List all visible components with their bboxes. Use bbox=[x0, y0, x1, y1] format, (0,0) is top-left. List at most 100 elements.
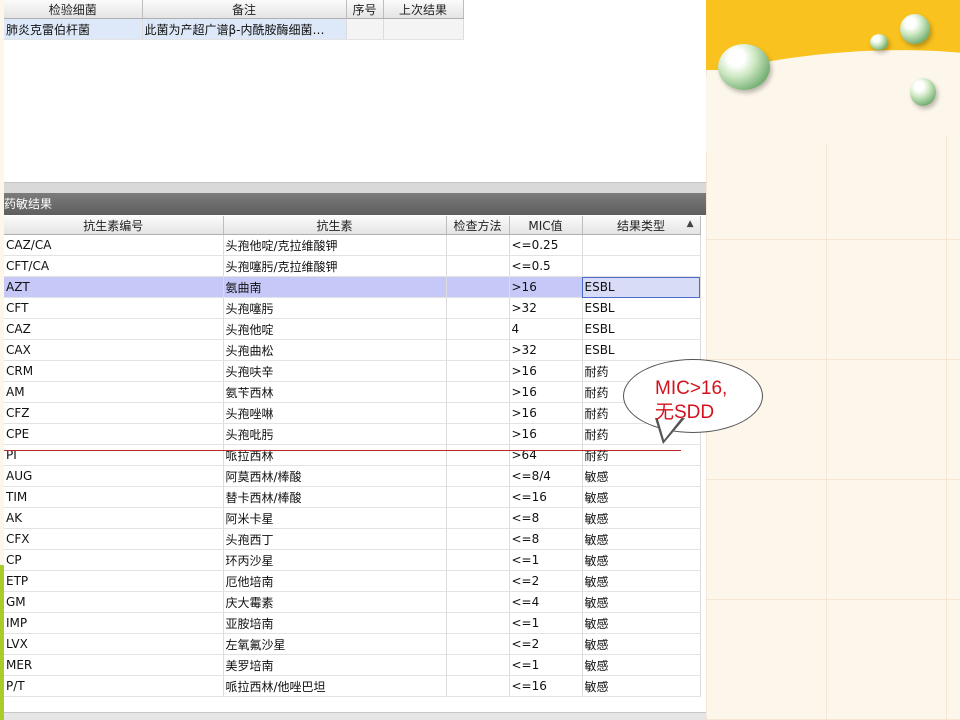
drug-code-cell[interactable]: GM bbox=[4, 591, 224, 613]
drug-name-cell[interactable]: 左氧氟沙星 bbox=[223, 633, 447, 655]
drug-name-cell[interactable]: 庆大霉素 bbox=[223, 591, 447, 613]
table-row[interactable]: CFT/CA 头孢噻肟/克拉维酸钾 <=0.5 bbox=[4, 255, 701, 277]
drug-code-cell[interactable]: ETP bbox=[4, 570, 224, 592]
result-type-cell[interactable]: 敏感 bbox=[582, 591, 701, 613]
table-row[interactable]: CFZ 头孢唑啉 >16 耐药 bbox=[4, 402, 701, 424]
table-row[interactable]: PI 哌拉西林 >64 耐药 bbox=[4, 444, 701, 466]
table-row[interactable]: CAZ 头孢他啶 4 ESBL bbox=[4, 318, 701, 340]
table-row[interactable]: TIM 替卡西林/棒酸 <=16 敏感 bbox=[4, 486, 701, 508]
method-cell[interactable] bbox=[446, 507, 510, 529]
method-cell[interactable] bbox=[446, 381, 510, 403]
col-header-last-result[interactable]: 上次结果 bbox=[383, 0, 464, 19]
col-header-remark[interactable]: 备注 bbox=[142, 0, 347, 19]
mic-cell[interactable]: >16 bbox=[509, 276, 583, 298]
result-type-cell[interactable]: 耐药 bbox=[582, 444, 701, 466]
method-cell[interactable] bbox=[446, 570, 510, 592]
drug-code-cell[interactable]: CP bbox=[4, 549, 224, 571]
drug-name-cell[interactable]: 氨苄西林 bbox=[223, 381, 447, 403]
method-cell[interactable] bbox=[446, 528, 510, 550]
col-header-method[interactable]: 检查方法 bbox=[446, 216, 510, 235]
drug-code-cell[interactable]: IMP bbox=[4, 612, 224, 634]
drug-name-cell[interactable]: 环丙沙星 bbox=[223, 549, 447, 571]
mic-cell[interactable]: <=8 bbox=[509, 528, 583, 550]
drug-name-cell[interactable]: 头孢曲松 bbox=[223, 339, 447, 361]
drug-name-cell[interactable]: 哌拉西林/他唑巴坦 bbox=[223, 675, 447, 697]
col-header-mic[interactable]: MIC值 bbox=[509, 216, 583, 235]
result-type-cell[interactable]: 敏感 bbox=[582, 528, 701, 550]
method-cell[interactable] bbox=[446, 654, 510, 676]
drug-code-cell[interactable]: CFT/CA bbox=[4, 255, 224, 277]
drug-code-cell[interactable]: PI bbox=[4, 444, 224, 466]
table-row[interactable]: CAX 头孢曲松 >32 ESBL bbox=[4, 339, 701, 361]
table-row[interactable]: CP 环丙沙星 <=1 敏感 bbox=[4, 549, 701, 571]
method-cell[interactable] bbox=[446, 297, 510, 319]
method-cell[interactable] bbox=[446, 255, 510, 277]
method-cell[interactable] bbox=[446, 423, 510, 445]
mic-cell[interactable]: <=8/4 bbox=[509, 465, 583, 487]
drug-name-cell[interactable]: 亚胺培南 bbox=[223, 612, 447, 634]
drug-name-cell[interactable]: 厄他培南 bbox=[223, 570, 447, 592]
drug-name-cell[interactable]: 阿莫西林/棒酸 bbox=[223, 465, 447, 487]
table-row[interactable]: AUG 阿莫西林/棒酸 <=8/4 敏感 bbox=[4, 465, 701, 487]
method-cell[interactable] bbox=[446, 675, 510, 697]
method-cell[interactable] bbox=[446, 234, 510, 256]
method-cell[interactable] bbox=[446, 444, 510, 466]
method-cell[interactable] bbox=[446, 318, 510, 340]
result-type-cell[interactable]: 敏感 bbox=[582, 507, 701, 529]
drug-code-cell[interactable]: CAX bbox=[4, 339, 224, 361]
method-cell[interactable] bbox=[446, 276, 510, 298]
method-cell[interactable] bbox=[446, 486, 510, 508]
drug-name-cell[interactable]: 头孢呋辛 bbox=[223, 360, 447, 382]
drug-code-cell[interactable]: AM bbox=[4, 381, 224, 403]
drug-code-cell[interactable]: CFT bbox=[4, 297, 224, 319]
mic-cell[interactable]: >32 bbox=[509, 297, 583, 319]
result-type-cell[interactable]: 敏感 bbox=[582, 654, 701, 676]
table-row[interactable]: CFT 头孢噻肟 >32 ESBL bbox=[4, 297, 701, 319]
drug-name-cell[interactable]: 替卡西林/棒酸 bbox=[223, 486, 447, 508]
result-type-cell[interactable]: ESBL bbox=[582, 339, 701, 361]
col-header-result-type[interactable]: 结果类型 ▲ bbox=[582, 216, 701, 235]
method-cell[interactable] bbox=[446, 402, 510, 424]
last-result-cell[interactable] bbox=[383, 18, 464, 40]
result-type-cell[interactable]: 敏感 bbox=[582, 486, 701, 508]
drug-name-cell[interactable]: 头孢噻肟 bbox=[223, 297, 447, 319]
col-header-drug-code[interactable]: 抗生素编号 bbox=[4, 216, 224, 235]
method-cell[interactable] bbox=[446, 633, 510, 655]
mic-cell[interactable]: <=1 bbox=[509, 612, 583, 634]
result-type-cell[interactable]: ESBL bbox=[582, 276, 701, 298]
drug-code-cell[interactable]: AZT bbox=[4, 276, 224, 298]
result-type-cell[interactable]: 敏感 bbox=[582, 675, 701, 697]
table-row[interactable]: LVX 左氧氟沙星 <=2 敏感 bbox=[4, 633, 701, 655]
result-type-cell[interactable]: 敏感 bbox=[582, 612, 701, 634]
drug-code-cell[interactable]: AK bbox=[4, 507, 224, 529]
table-row[interactable]: AZT 氨曲南 >16 ESBL bbox=[4, 276, 701, 298]
result-type-cell[interactable]: 敏感 bbox=[582, 633, 701, 655]
method-cell[interactable] bbox=[446, 591, 510, 613]
result-type-cell[interactable]: 敏感 bbox=[582, 549, 701, 571]
mic-cell[interactable]: <=0.25 bbox=[509, 234, 583, 256]
drug-name-cell[interactable]: 阿米卡星 bbox=[223, 507, 447, 529]
table-row[interactable]: CFX 头孢西丁 <=8 敏感 bbox=[4, 528, 701, 550]
col-header-bacteria[interactable]: 检验细菌 bbox=[4, 0, 143, 19]
drug-name-cell[interactable]: 氨曲南 bbox=[223, 276, 447, 298]
table-row[interactable]: CAZ/CA 头孢他啶/克拉维酸钾 <=0.25 bbox=[4, 234, 701, 256]
drug-name-cell[interactable]: 头孢吡肟 bbox=[223, 423, 447, 445]
drug-code-cell[interactable]: CFZ bbox=[4, 402, 224, 424]
drug-name-cell[interactable]: 头孢唑啉 bbox=[223, 402, 447, 424]
col-header-seq[interactable]: 序号 bbox=[346, 0, 384, 19]
mic-cell[interactable]: <=4 bbox=[509, 591, 583, 613]
drug-code-cell[interactable]: CAZ/CA bbox=[4, 234, 224, 256]
method-cell[interactable] bbox=[446, 360, 510, 382]
horizontal-scrollbar[interactable] bbox=[4, 712, 706, 720]
table-row[interactable]: CPE 头孢吡肟 >16 耐药 bbox=[4, 423, 701, 445]
drug-name-cell[interactable]: 头孢噻肟/克拉维酸钾 bbox=[223, 255, 447, 277]
mic-cell[interactable]: >16 bbox=[509, 360, 583, 382]
mic-cell[interactable]: <=2 bbox=[509, 633, 583, 655]
method-cell[interactable] bbox=[446, 549, 510, 571]
splitter[interactable] bbox=[4, 182, 706, 193]
result-type-cell[interactable]: ESBL bbox=[582, 297, 701, 319]
drug-code-cell[interactable]: AUG bbox=[4, 465, 224, 487]
drug-code-cell[interactable]: P/T bbox=[4, 675, 224, 697]
drug-code-cell[interactable]: MER bbox=[4, 654, 224, 676]
table-row[interactable]: CRM 头孢呋辛 >16 耐药 bbox=[4, 360, 701, 382]
